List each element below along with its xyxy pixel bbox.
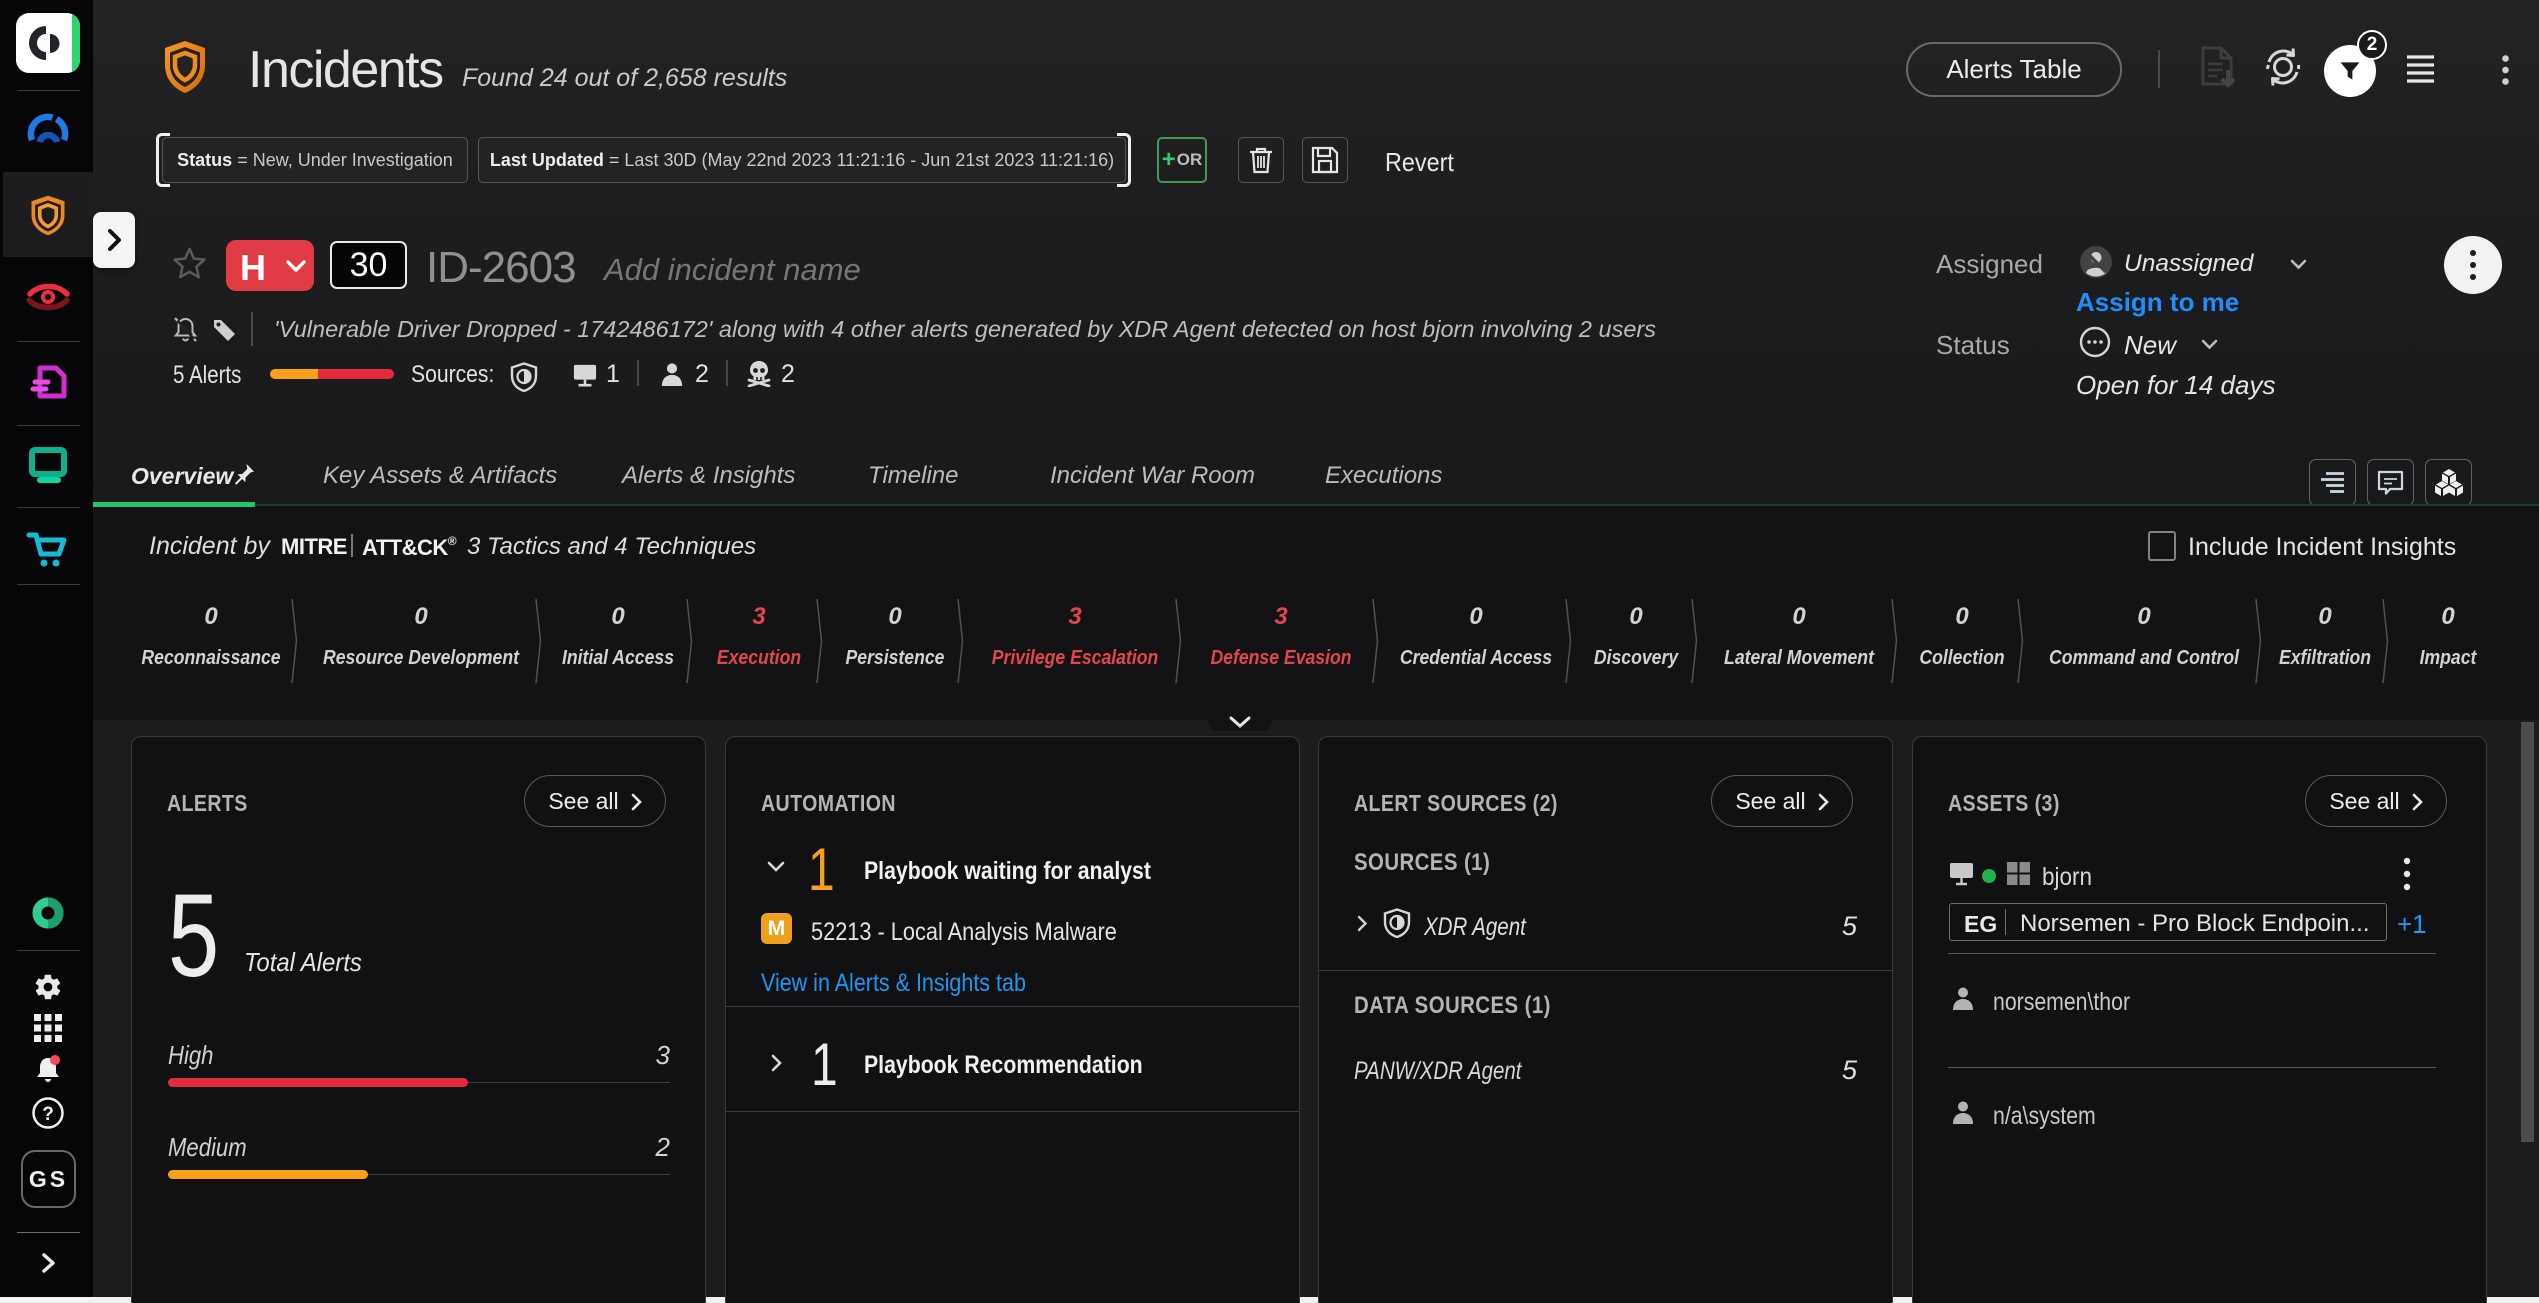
svg-text:?: ? bbox=[42, 1104, 54, 1125]
